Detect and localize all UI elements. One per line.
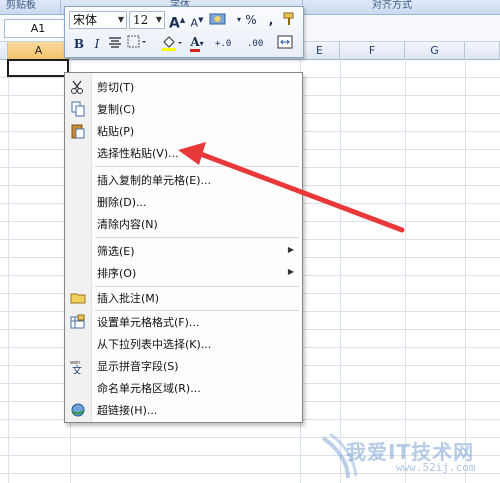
watermark: 我爱IT技术网 www.52ij.com	[318, 428, 500, 483]
annotation-arrow	[178, 142, 405, 233]
watermark-url: www.52ij.com	[396, 461, 476, 474]
